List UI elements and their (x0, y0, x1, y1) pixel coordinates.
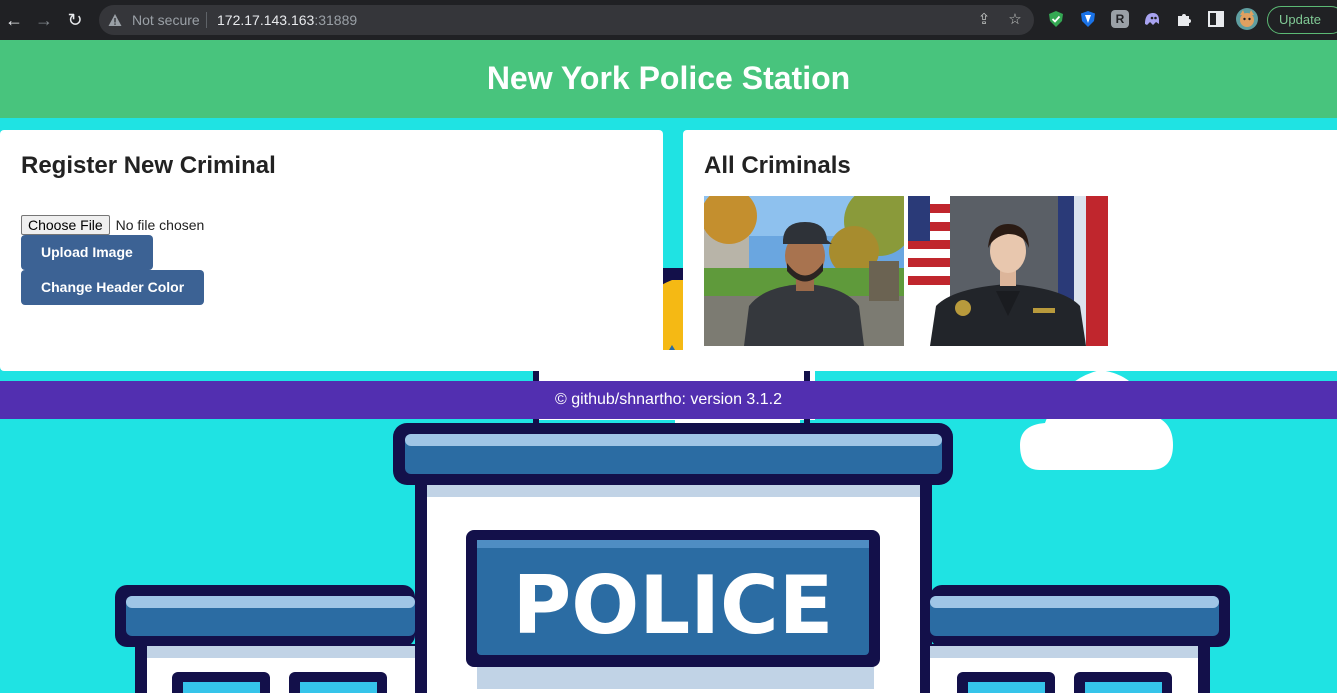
page-title: New York Police Station (486, 60, 851, 96)
back-button[interactable]: ← (2, 8, 26, 32)
criminals-card-title: All Criminals (704, 152, 851, 179)
site-header: New York Police Station (0, 40, 1337, 118)
omnibox-divider (206, 12, 207, 28)
forward-arrow-icon: → (35, 10, 53, 30)
police-sign-text: POLICE (513, 559, 834, 652)
puzzle-extensions-icon[interactable] (1175, 10, 1193, 28)
upload-image-button[interactable]: Upload Image (21, 235, 153, 270)
browser-toolbar: ← → ↻ Not secure 172.17.143.163:31889 ⇪ … (0, 0, 1337, 40)
url-text[interactable]: 172.17.143.163:31889 (217, 12, 357, 28)
side-panel-icon[interactable] (1207, 10, 1225, 28)
shield-extension-icon[interactable] (1047, 10, 1065, 28)
password-manager-extension-icon[interactable] (1079, 10, 1097, 28)
criminal-photo-1 (704, 196, 904, 346)
site-footer: © github/shnartho: version 3.1.2 (0, 381, 1337, 419)
reader-extension-icon[interactable]: R (1111, 10, 1129, 28)
reload-button[interactable]: ↻ (63, 8, 87, 32)
ghost-extension-icon[interactable] (1143, 10, 1161, 28)
file-input[interactable]: Choose File No file chosen (21, 215, 204, 235)
update-button[interactable]: Update (1267, 6, 1337, 34)
choose-file-button[interactable]: Choose File (21, 215, 110, 235)
all-criminals-card: All Criminals (683, 130, 1337, 371)
footer-version-text: © github/shnartho: version 3.1.2 (554, 391, 783, 408)
register-card-title: Register New Criminal (21, 152, 276, 179)
security-status-label[interactable]: Not secure (132, 12, 200, 28)
reload-icon: ↻ (67, 10, 83, 30)
file-status-label: No file chosen (115, 217, 205, 233)
forward-button[interactable]: → (32, 8, 56, 32)
back-arrow-icon: ← (5, 10, 23, 30)
share-icon[interactable]: ⇪ (974, 10, 994, 30)
bookmark-star-icon[interactable]: ☆ (1005, 10, 1025, 30)
register-criminal-card: Register New Criminal Choose File No fil… (0, 130, 663, 371)
change-header-color-button[interactable]: Change Header Color (21, 270, 205, 305)
address-bar[interactable]: Not secure 172.17.143.163:31889 ⇪ ☆ (99, 5, 1034, 35)
warning-icon (108, 14, 122, 26)
criminal-photo-2 (908, 196, 1108, 346)
profile-avatar-icon[interactable] (1236, 8, 1258, 30)
page-viewport: POLICE New York Police Station Register … (0, 40, 1337, 693)
